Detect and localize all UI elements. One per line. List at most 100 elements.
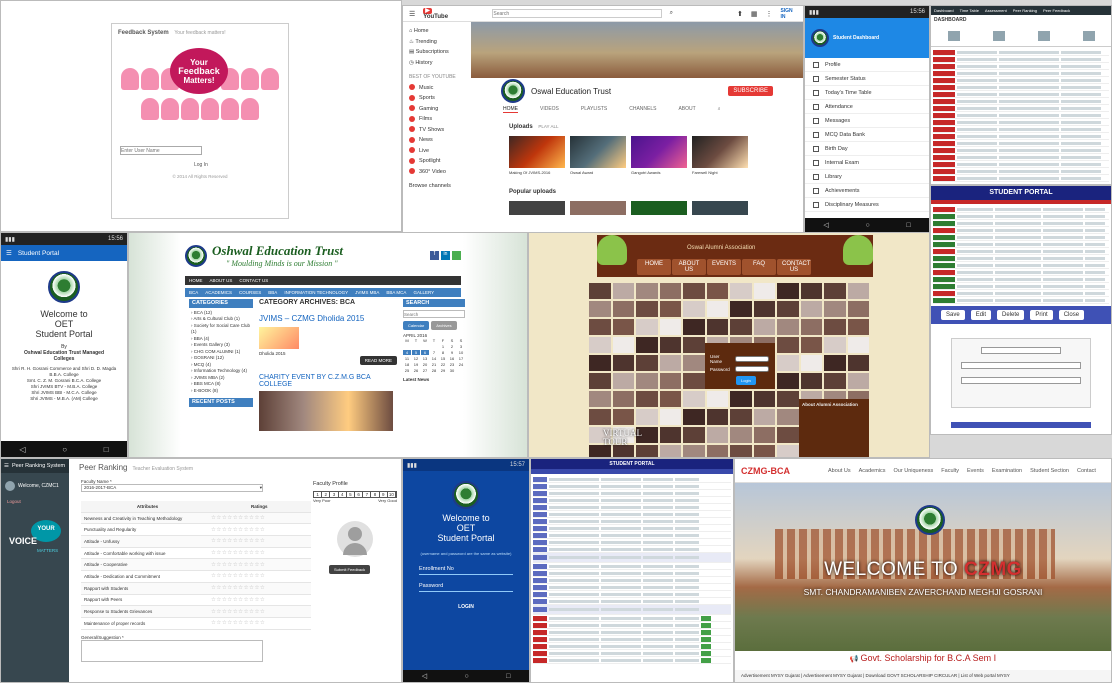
logout-link[interactable]: Logout [1,499,69,504]
table-row[interactable] [933,220,1109,227]
category-link[interactable]: › E-BOOK (8) [191,388,251,395]
menu-item-messages[interactable]: Messages [805,114,929,128]
table-row[interactable] [933,213,1109,220]
star-rating[interactable]: ☆☆☆☆☆☆☆☆☆☆ [211,538,265,544]
table-row[interactable] [533,615,731,622]
table-row[interactable] [533,497,731,504]
table-row[interactable] [933,126,1109,133]
star-rating[interactable]: ☆☆☆☆☆☆☆☆☆☆ [211,597,265,603]
table-row[interactable] [533,563,731,570]
post-title[interactable]: CHARITY EVENT BY C.Z.M.G BCA COLLEGE [259,374,397,388]
table-row[interactable] [933,112,1109,119]
edit-button[interactable]: Edit [970,310,992,320]
table-row[interactable] [533,511,731,518]
submit-feedback-button[interactable]: Submit Feedback [329,565,371,574]
nav-contact[interactable]: CONTACT US [777,259,811,275]
sidebar-item-sports[interactable]: Sports [409,93,463,104]
news-ticker[interactable]: Advertisement MYSY Gujarat | Advertiseme… [735,670,1111,682]
login-button[interactable]: Login [736,376,756,385]
sidebar-item-360[interactable]: 360° Video [409,167,463,178]
table-row[interactable] [933,234,1109,241]
table-row[interactable] [933,98,1109,105]
recents-icon[interactable]: □ [906,222,910,229]
recents-icon[interactable]: □ [104,445,109,454]
nav-events[interactable]: Events [967,468,984,474]
youtube-logo[interactable]: ▶ YouTube [423,7,454,20]
video-thumb[interactable] [692,136,748,168]
table-row[interactable] [533,518,731,525]
calendar-day[interactable]: 8 [439,350,447,355]
star-rating[interactable]: ☆☆☆☆☆☆☆☆☆☆ [211,585,265,591]
calendar-day[interactable]: 3 [457,344,465,349]
calendar-day[interactable]: 2 [448,344,456,349]
form-select[interactable] [981,347,1061,354]
sidebar-item-live[interactable]: Live [409,146,463,157]
shortcut-icon[interactable] [992,30,1005,41]
star-rating[interactable]: ☆☆☆☆☆☆☆☆☆☆ [211,573,265,579]
post-title[interactable]: JVIMS – CZMG Dholida 2015 [259,314,397,323]
password-input[interactable] [735,366,769,372]
calendar-day[interactable]: 24 [457,362,465,367]
calendar-day[interactable]: 12 [412,356,420,361]
tab-playlists[interactable]: PLAYLISTS [581,106,607,113]
table-row[interactable] [933,276,1109,283]
video-thumb[interactable] [570,201,626,215]
table-row[interactable] [933,133,1109,140]
calendar-day[interactable]: 7 [430,350,438,355]
table-row[interactable] [533,643,731,650]
table-row[interactable] [533,598,731,605]
menu-peer-feedback[interactable]: Peer Feedback [1043,8,1070,13]
table-row[interactable] [533,577,731,584]
form-input[interactable] [961,362,1081,369]
table-row[interactable] [533,657,731,664]
table-row[interactable] [533,591,731,598]
home-icon[interactable]: ○ [865,222,869,229]
login-link[interactable]: Log In [194,162,208,168]
play-all-link[interactable]: PLAY ALL [538,124,558,129]
video-thumb[interactable] [509,136,565,168]
calendar-day[interactable]: 14 [430,356,438,361]
table-row[interactable] [933,283,1109,290]
menu-item-library[interactable]: Library [805,170,929,184]
calendar-day[interactable]: 21 [430,362,438,367]
table-row[interactable] [933,262,1109,269]
video-thumb[interactable] [631,201,687,215]
table-row[interactable] [933,147,1109,154]
table-row[interactable] [933,168,1109,175]
table-row[interactable] [933,140,1109,147]
close-button[interactable]: Close [1058,310,1085,320]
calendar-day[interactable]: 17 [457,356,465,361]
nav-academics[interactable]: Academics [859,468,886,474]
sidebar-item-tv[interactable]: TV Shows [409,125,463,136]
sidebar-item-music[interactable]: Music [409,83,463,94]
calendar-day[interactable]: 9 [448,350,456,355]
calendar-day[interactable]: 29 [439,368,447,373]
calendar-day[interactable]: 5 [412,350,420,355]
table-row[interactable] [933,56,1109,63]
table-row[interactable] [933,175,1109,182]
table-row[interactable] [933,119,1109,126]
table-row[interactable] [533,553,731,563]
table-row[interactable] [933,63,1109,70]
calendar-day[interactable]: 25 [403,368,411,373]
login-button[interactable]: LOGIN [403,604,529,610]
menu-timetable[interactable]: Time Table [960,8,979,13]
faculty-select[interactable]: 2016-2017-BCA ▾ [81,484,263,492]
table-row[interactable] [933,248,1109,255]
nav-courses[interactable]: COURSES [239,290,261,295]
nav-about[interactable]: ABOUT US [672,259,706,275]
calendar-day[interactable]: 13 [421,356,429,361]
back-icon[interactable]: ◁ [19,445,25,454]
sidebar-item-home[interactable]: ⌂ Home [409,26,463,37]
table-row[interactable] [533,525,731,532]
save-button[interactable]: Save [941,310,965,320]
table-row[interactable] [533,650,731,657]
nav-exam[interactable]: Examination [992,468,1022,474]
shortcut-icon[interactable] [947,30,960,41]
upload-icon[interactable]: ⬆ [737,10,743,18]
tab-calendar[interactable]: Calendar [403,321,430,330]
shortcut-icon[interactable] [1082,30,1095,41]
apps-icon[interactable]: ▦ [751,10,758,18]
blog-search-input[interactable] [403,310,465,318]
channel-search-icon[interactable]: ⌕ [718,106,721,113]
